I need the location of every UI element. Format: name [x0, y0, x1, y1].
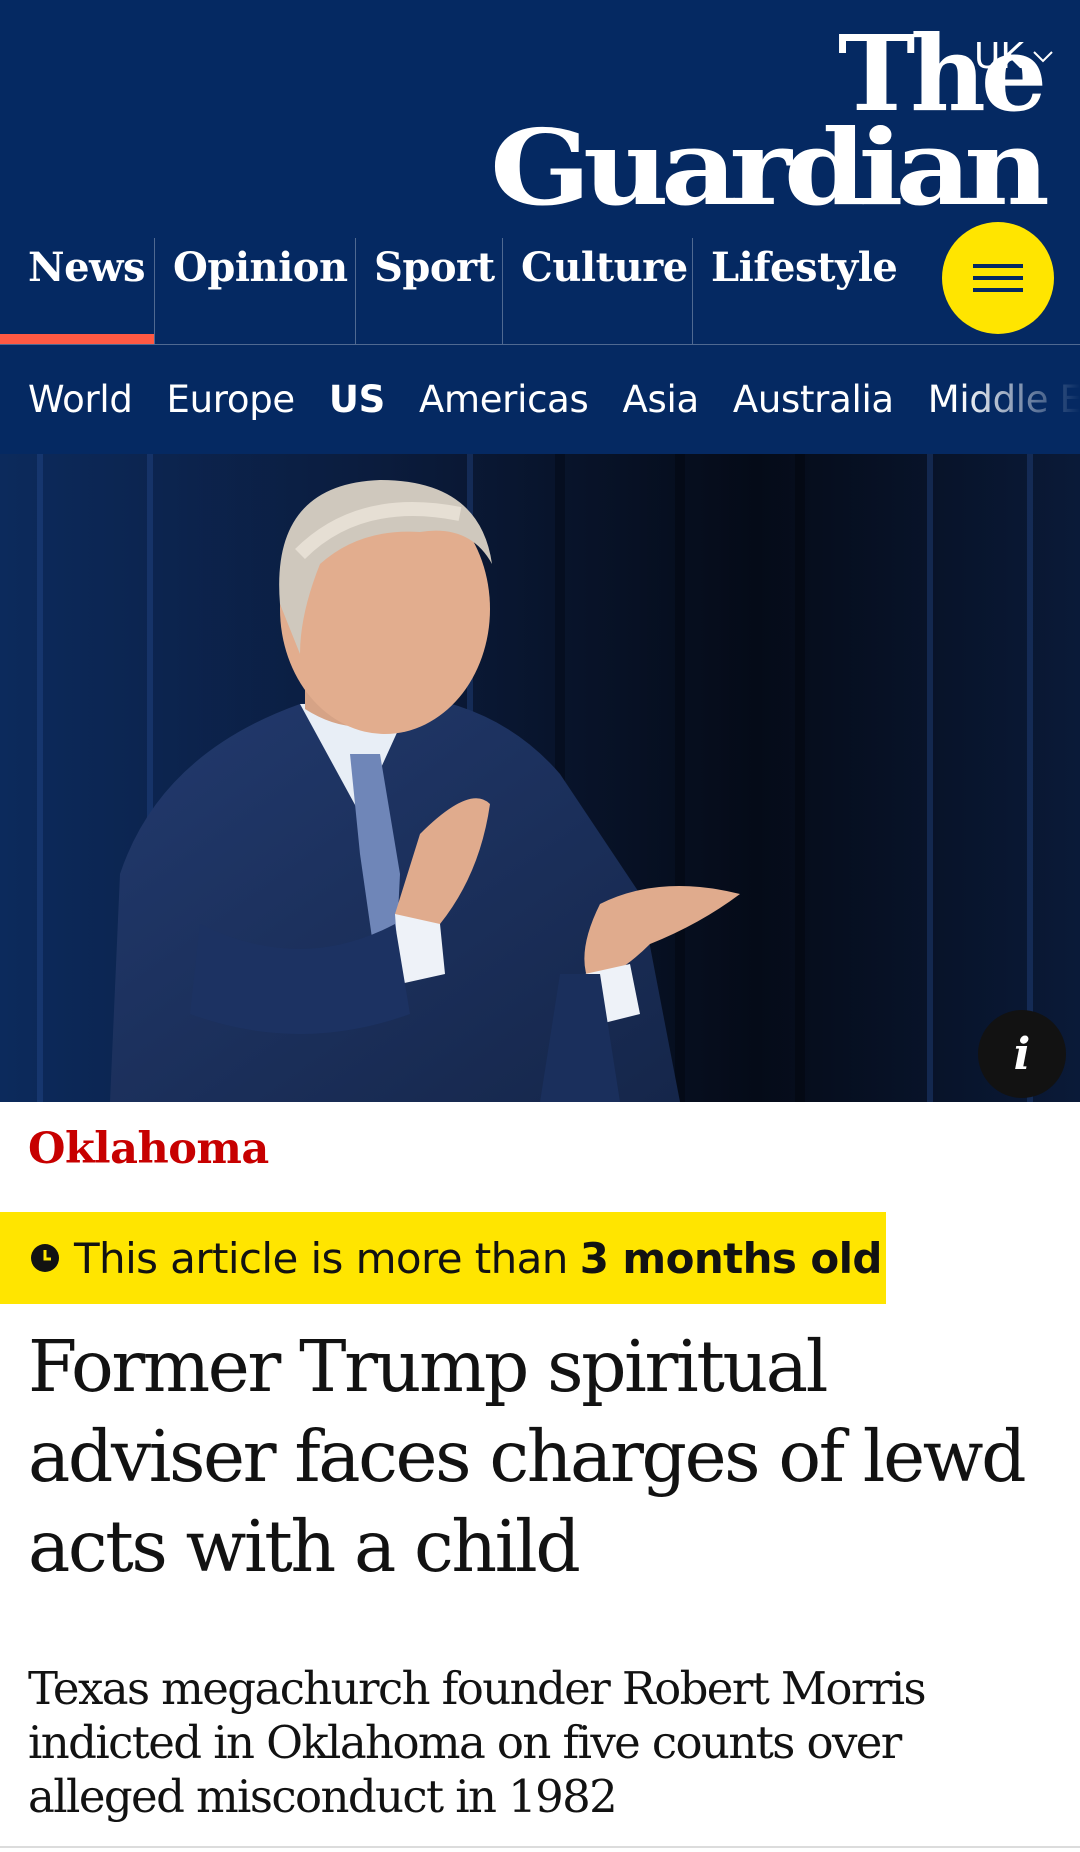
pillar-culture-label: Culture	[521, 244, 688, 291]
age-warning-duration: 3 months old	[579, 1233, 883, 1283]
pillar-lifestyle[interactable]: Lifestyle	[692, 238, 898, 344]
subnav-item-europe[interactable]: Europe	[167, 378, 296, 421]
hero-image	[0, 454, 1080, 1102]
subnav-item-us[interactable]: US	[329, 378, 385, 421]
clock-icon	[31, 1244, 59, 1272]
article-headline: Former Trump spiritual adviser faces cha…	[28, 1325, 1027, 1588]
divider	[0, 1846, 1080, 1848]
info-icon: i	[1013, 1028, 1031, 1080]
subnav-item-asia[interactable]: Asia	[622, 378, 699, 421]
article-standfirst: Texas megachurch founder Robert Morris i…	[28, 1662, 927, 1823]
guardian-wordmark: The Guardian	[490, 12, 1055, 229]
subnav-fade	[960, 345, 1080, 454]
menu-button[interactable]	[942, 222, 1054, 334]
pillar-lifestyle-label: Lifestyle	[711, 244, 898, 291]
pillar-news-label: News	[28, 244, 145, 291]
hero-photo-illustration	[0, 454, 1080, 1102]
logo-line-guardian: Guardian	[490, 106, 1048, 214]
series-label[interactable]: Oklahoma	[28, 1124, 269, 1174]
image-info-button[interactable]: i	[978, 1010, 1066, 1098]
hamburger-icon	[973, 264, 1023, 292]
pillar-news[interactable]: News	[0, 238, 154, 344]
pillar-culture[interactable]: Culture	[502, 238, 692, 344]
pillar-opinion-label: Opinion	[173, 244, 348, 291]
masthead: UK The Guardian News Opinion Sport Cultu…	[0, 0, 1080, 344]
age-warning-prefix: This article is more than	[74, 1233, 568, 1283]
article-age-warning: This article is more than 3 months old	[0, 1212, 886, 1304]
subnav-item-americas[interactable]: Americas	[419, 378, 589, 421]
pillar-sport[interactable]: Sport	[355, 238, 502, 344]
pillar-nav: News Opinion Sport Culture Lifestyle	[0, 238, 898, 344]
pillar-sport-label: Sport	[374, 244, 495, 291]
pillar-opinion[interactable]: Opinion	[154, 238, 355, 344]
guardian-logo[interactable]: The Guardian	[482, 12, 1055, 229]
subnav-item-world[interactable]: World	[28, 378, 133, 421]
subnav-item-australia[interactable]: Australia	[733, 378, 894, 421]
section-subnav: World Europe US Americas Asia Australia …	[0, 344, 1080, 454]
